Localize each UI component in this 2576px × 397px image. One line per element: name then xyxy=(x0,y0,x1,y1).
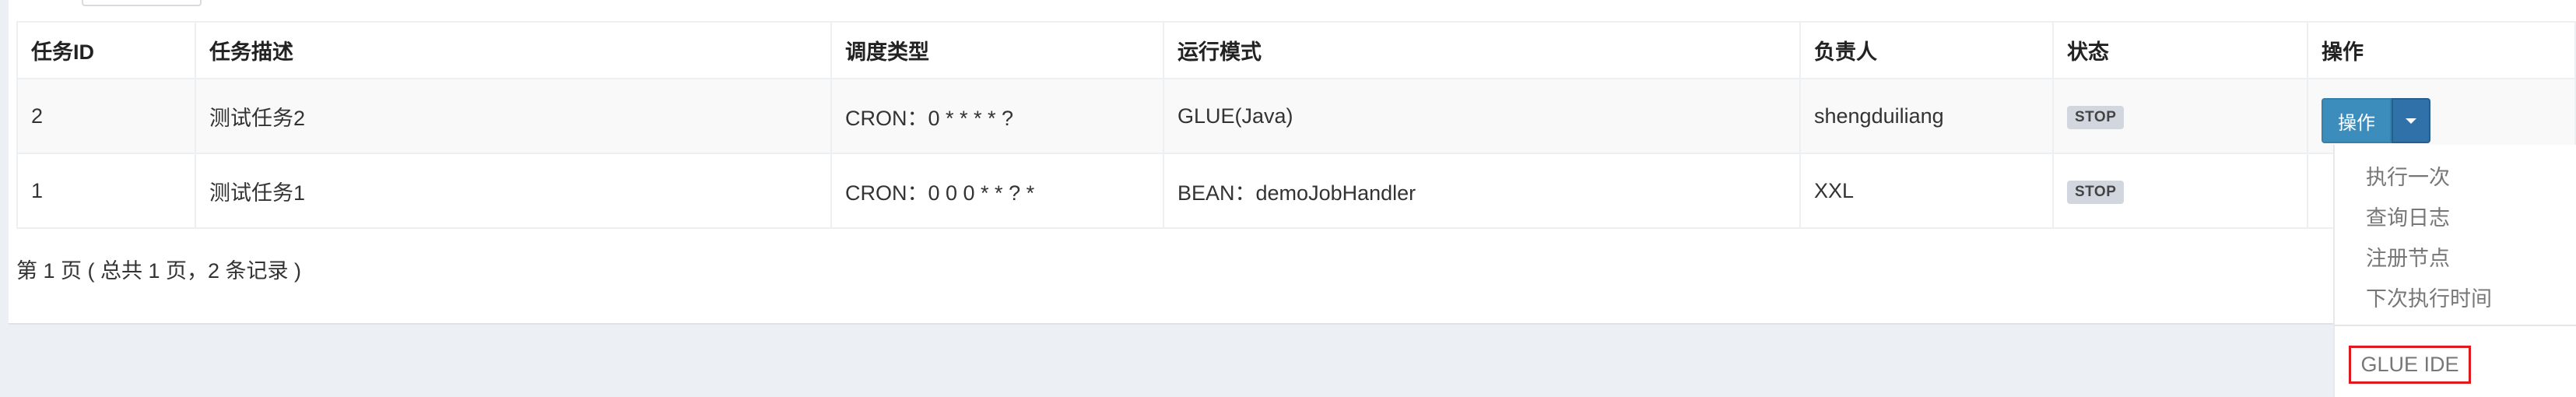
column-header-mode: 运行模式 xyxy=(1163,21,1801,79)
cell-desc: 测试任务1 xyxy=(195,153,832,229)
cell-schedule: CRON：0 0 0 * * ? * xyxy=(830,153,1164,229)
cell-owner: XXL xyxy=(1799,153,2054,229)
column-header-actions: 操作 xyxy=(2307,21,2576,79)
column-header-id: 任务ID xyxy=(16,21,196,79)
column-header-schedule: 调度类型 xyxy=(830,21,1164,79)
cell-schedule: CRON：0 * * * * ? xyxy=(830,78,1164,154)
pagination-info: 第 1 页 ( 总共 1 页，2 条记录 ) xyxy=(16,259,302,283)
menu-item-next-trigger-time[interactable]: 下次执行时间 xyxy=(2366,282,2492,312)
actions-button-group: 操作 xyxy=(2322,98,2430,143)
menu-item-registry-nodes[interactable]: 注册节点 xyxy=(2366,241,2450,272)
menu-item-query-log[interactable]: 查询日志 xyxy=(2366,201,2450,231)
caret-down-icon xyxy=(2406,118,2416,124)
job-table: 任务ID 任务描述 调度类型 运行模式 负责人 状态 操作 2 测试任务2 CR… xyxy=(16,21,2576,229)
cell-mode: BEAN：demoJobHandler xyxy=(1163,153,1801,229)
column-header-status: 状态 xyxy=(2052,21,2308,79)
page-size-select[interactable] xyxy=(82,0,202,6)
menu-item-glue-ide[interactable]: GLUE IDE xyxy=(2349,346,2471,384)
table-row: 1 测试任务1 CRON：0 0 0 * * ? * BEAN：demoJobH… xyxy=(16,153,2576,229)
menu-item-run-once[interactable]: 执行一次 xyxy=(2366,160,2450,191)
cell-id: 2 xyxy=(16,78,196,154)
status-badge: STOP xyxy=(2067,181,2125,204)
table-row: 2 测试任务2 CRON：0 * * * * ? GLUE(Java) shen… xyxy=(16,78,2576,154)
column-header-desc: 任务描述 xyxy=(195,21,832,79)
cell-desc: 测试任务2 xyxy=(195,78,832,154)
cell-mode: GLUE(Java) xyxy=(1163,78,1801,154)
column-header-owner: 负责人 xyxy=(1799,21,2054,79)
status-badge: STOP xyxy=(2067,106,2125,129)
cell-status: STOP xyxy=(2052,78,2308,154)
table-header-row: 任务ID 任务描述 调度类型 运行模式 负责人 状态 操作 xyxy=(16,21,2576,79)
cell-actions: 操作 xyxy=(2307,78,2576,154)
menu-divider xyxy=(2335,325,2576,326)
cell-status: STOP xyxy=(2052,153,2308,229)
actions-button[interactable]: 操作 xyxy=(2322,98,2392,143)
cell-owner: shengduiliang xyxy=(1799,78,2054,154)
actions-dropdown-menu: 执行一次 查询日志 注册节点 下次执行时间 GLUE IDE xyxy=(2333,145,2576,397)
actions-dropdown-toggle[interactable] xyxy=(2392,98,2430,143)
cell-id: 1 xyxy=(16,153,196,229)
